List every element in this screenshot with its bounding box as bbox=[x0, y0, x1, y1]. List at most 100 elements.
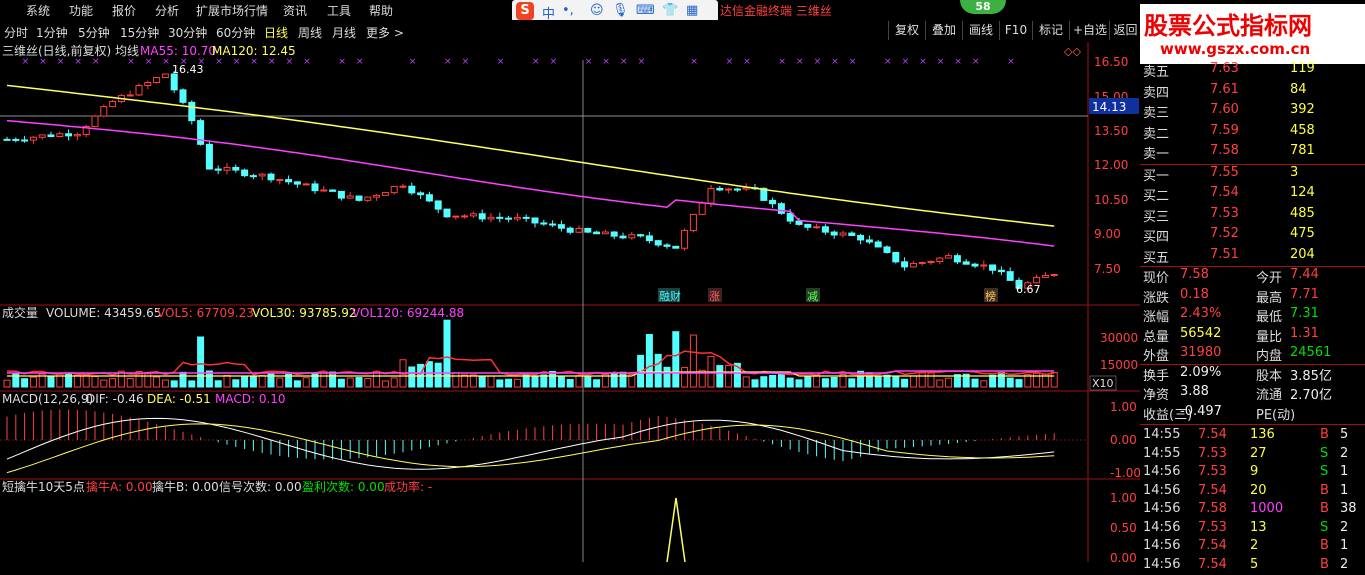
svg-text:×: × bbox=[250, 57, 258, 67]
mic-icon[interactable]: 🎙 bbox=[612, 3, 629, 18]
indicator-wins: 盈利次数: 0.00 bbox=[302, 479, 385, 494]
menu-help[interactable]: 帮助 bbox=[369, 2, 393, 19]
stat-label: 净资 bbox=[1143, 388, 1170, 403]
y-tick: 12.00 bbox=[1094, 158, 1128, 172]
period-5min[interactable]: 5分钟 bbox=[78, 24, 110, 41]
stat-value: 7.31 bbox=[1290, 306, 1319, 321]
bid-volume: 475 bbox=[1290, 226, 1315, 241]
svg-text:×: × bbox=[1007, 57, 1015, 67]
indicator-rate: 成功率: - bbox=[384, 479, 432, 494]
period-more[interactable]: 更多 > bbox=[366, 24, 404, 41]
period-intraday[interactable]: 分时 bbox=[4, 24, 28, 41]
svg-text:×: × bbox=[57, 57, 65, 67]
ask-volume: 392 bbox=[1290, 102, 1315, 117]
menu-quote[interactable]: 报价 bbox=[112, 2, 136, 19]
add-watchlist-button[interactable]: +自选 bbox=[1069, 21, 1110, 40]
draw-button[interactable]: 画线 bbox=[962, 21, 999, 40]
tick-volume: 20 bbox=[1250, 482, 1267, 498]
grid-icon[interactable]: ▦ bbox=[686, 3, 698, 18]
bid-price: 7.55 bbox=[1210, 164, 1239, 180]
menu-tools[interactable]: 工具 bbox=[327, 2, 351, 19]
tick-time: 14:56 bbox=[1143, 519, 1181, 535]
shirt-icon[interactable]: 👕 bbox=[662, 3, 678, 18]
period-weekly[interactable]: 周线 bbox=[298, 24, 322, 41]
stat-value: 2.09% bbox=[1180, 364, 1222, 380]
period-1min[interactable]: 1分钟 bbox=[36, 24, 68, 41]
stat-label: 流通 bbox=[1256, 388, 1283, 403]
menu-news[interactable]: 资讯 bbox=[283, 2, 307, 19]
menu-system[interactable]: 系统 bbox=[26, 2, 50, 19]
stat-value: 2.43% bbox=[1180, 306, 1222, 321]
ask-label: 卖五 bbox=[1143, 65, 1170, 80]
mark-button[interactable]: 标记 bbox=[1032, 21, 1069, 40]
svg-text:×: × bbox=[356, 57, 364, 67]
svg-text:×: × bbox=[849, 57, 857, 67]
high-label: 16.43 bbox=[172, 63, 204, 76]
tick-volume: 136 bbox=[1250, 427, 1275, 442]
tick-time: 14:56 bbox=[1143, 556, 1181, 572]
ime-toolbar[interactable]: S 中 •, ☺ 🎙 ⌨ 👕 ▦ bbox=[512, 0, 718, 22]
ma55-label: MA55: 10.70 bbox=[140, 44, 216, 58]
y-tick: 7.50 bbox=[1094, 262, 1121, 276]
svg-text:×: × bbox=[338, 57, 346, 67]
menu-ext-market[interactable]: 扩展市场行情 bbox=[196, 2, 268, 19]
svg-text:×: × bbox=[602, 57, 610, 67]
emoji-icon[interactable]: ☺ bbox=[590, 3, 604, 18]
event-marker[interactable]: 融财 bbox=[659, 289, 681, 303]
window-title: 达信金融终端 三维丝 bbox=[720, 4, 832, 18]
back-button[interactable]: 返回 bbox=[1109, 21, 1141, 40]
vol-y-tick: 30000 bbox=[1100, 331, 1138, 345]
svg-text:×: × bbox=[303, 57, 311, 67]
y-tick: 10.50 bbox=[1094, 193, 1128, 207]
bid-label: 买四 bbox=[1143, 230, 1170, 245]
adjust-button[interactable]: 复权 bbox=[888, 21, 925, 40]
event-marker[interactable]: 减 bbox=[807, 290, 818, 303]
stat-value: 7.58 bbox=[1180, 267, 1209, 282]
svg-text:×: × bbox=[972, 57, 980, 67]
svg-text:×: × bbox=[162, 57, 170, 67]
bid-label: 买二 bbox=[1143, 189, 1170, 204]
svg-text:×: × bbox=[409, 57, 417, 67]
tick-count: 5 bbox=[1340, 427, 1349, 442]
svg-text:×: × bbox=[954, 57, 962, 67]
vol30-value: VOL30: 93785.92 bbox=[252, 306, 357, 320]
period-monthly[interactable]: 月线 bbox=[332, 24, 356, 41]
bid-label: 买三 bbox=[1143, 209, 1170, 225]
ma120-label: MA120: 12.45 bbox=[212, 44, 296, 58]
tick-side: B bbox=[1320, 501, 1329, 516]
svg-text:×: × bbox=[620, 57, 628, 67]
low-label: 6.67 bbox=[1016, 283, 1041, 296]
period-15min[interactable]: 15分钟 bbox=[120, 24, 159, 41]
bid-volume: 485 bbox=[1290, 205, 1315, 221]
tick-price: 7.53 bbox=[1198, 519, 1227, 535]
ind-y-tick: 1.00 bbox=[1110, 491, 1137, 505]
svg-text:×: × bbox=[585, 57, 593, 67]
ask-volume: 458 bbox=[1290, 122, 1315, 138]
ind-y-tick: 0.00 bbox=[1110, 551, 1137, 562]
period-30min[interactable]: 30分钟 bbox=[168, 24, 207, 41]
period-60min[interactable]: 60分钟 bbox=[216, 24, 255, 41]
menu-function[interactable]: 功能 bbox=[69, 2, 93, 19]
macd-title: MACD(12,26,9) bbox=[2, 392, 93, 406]
event-marker[interactable]: 涨 bbox=[709, 290, 720, 303]
indicator-signals: 信号次数: 0.00 bbox=[219, 479, 302, 494]
ask-label: 卖二 bbox=[1143, 126, 1170, 142]
stat-value: 3.88 bbox=[1180, 384, 1209, 399]
event-marker[interactable]: 榜 bbox=[985, 289, 996, 303]
keyboard-icon[interactable]: ⌨ bbox=[636, 3, 655, 18]
chart-area[interactable]: 三维丝(日线,前复权) 均线 MA55: 10.70 MA120: 12.45 … bbox=[0, 42, 1140, 562]
macd-y-tick: -1.00 bbox=[1110, 466, 1140, 480]
menu-analysis[interactable]: 分析 bbox=[155, 2, 179, 19]
tick-count: 2 bbox=[1340, 556, 1349, 572]
overlay-button[interactable]: 叠加 bbox=[925, 21, 962, 40]
tick-volume: 27 bbox=[1250, 445, 1267, 461]
indicator-title: 短擒牛10天5点 bbox=[2, 479, 85, 494]
period-daily[interactable]: 日线 bbox=[264, 24, 288, 41]
svg-text:×: × bbox=[743, 57, 751, 67]
svg-text:×: × bbox=[145, 57, 153, 67]
stat-value: 0.18 bbox=[1180, 286, 1209, 302]
svg-text:×: × bbox=[726, 57, 734, 67]
vol5-value: VOL5: 67709.23 bbox=[157, 306, 254, 320]
f10-button[interactable]: F10 bbox=[999, 21, 1032, 40]
svg-text:×: × bbox=[497, 57, 505, 67]
